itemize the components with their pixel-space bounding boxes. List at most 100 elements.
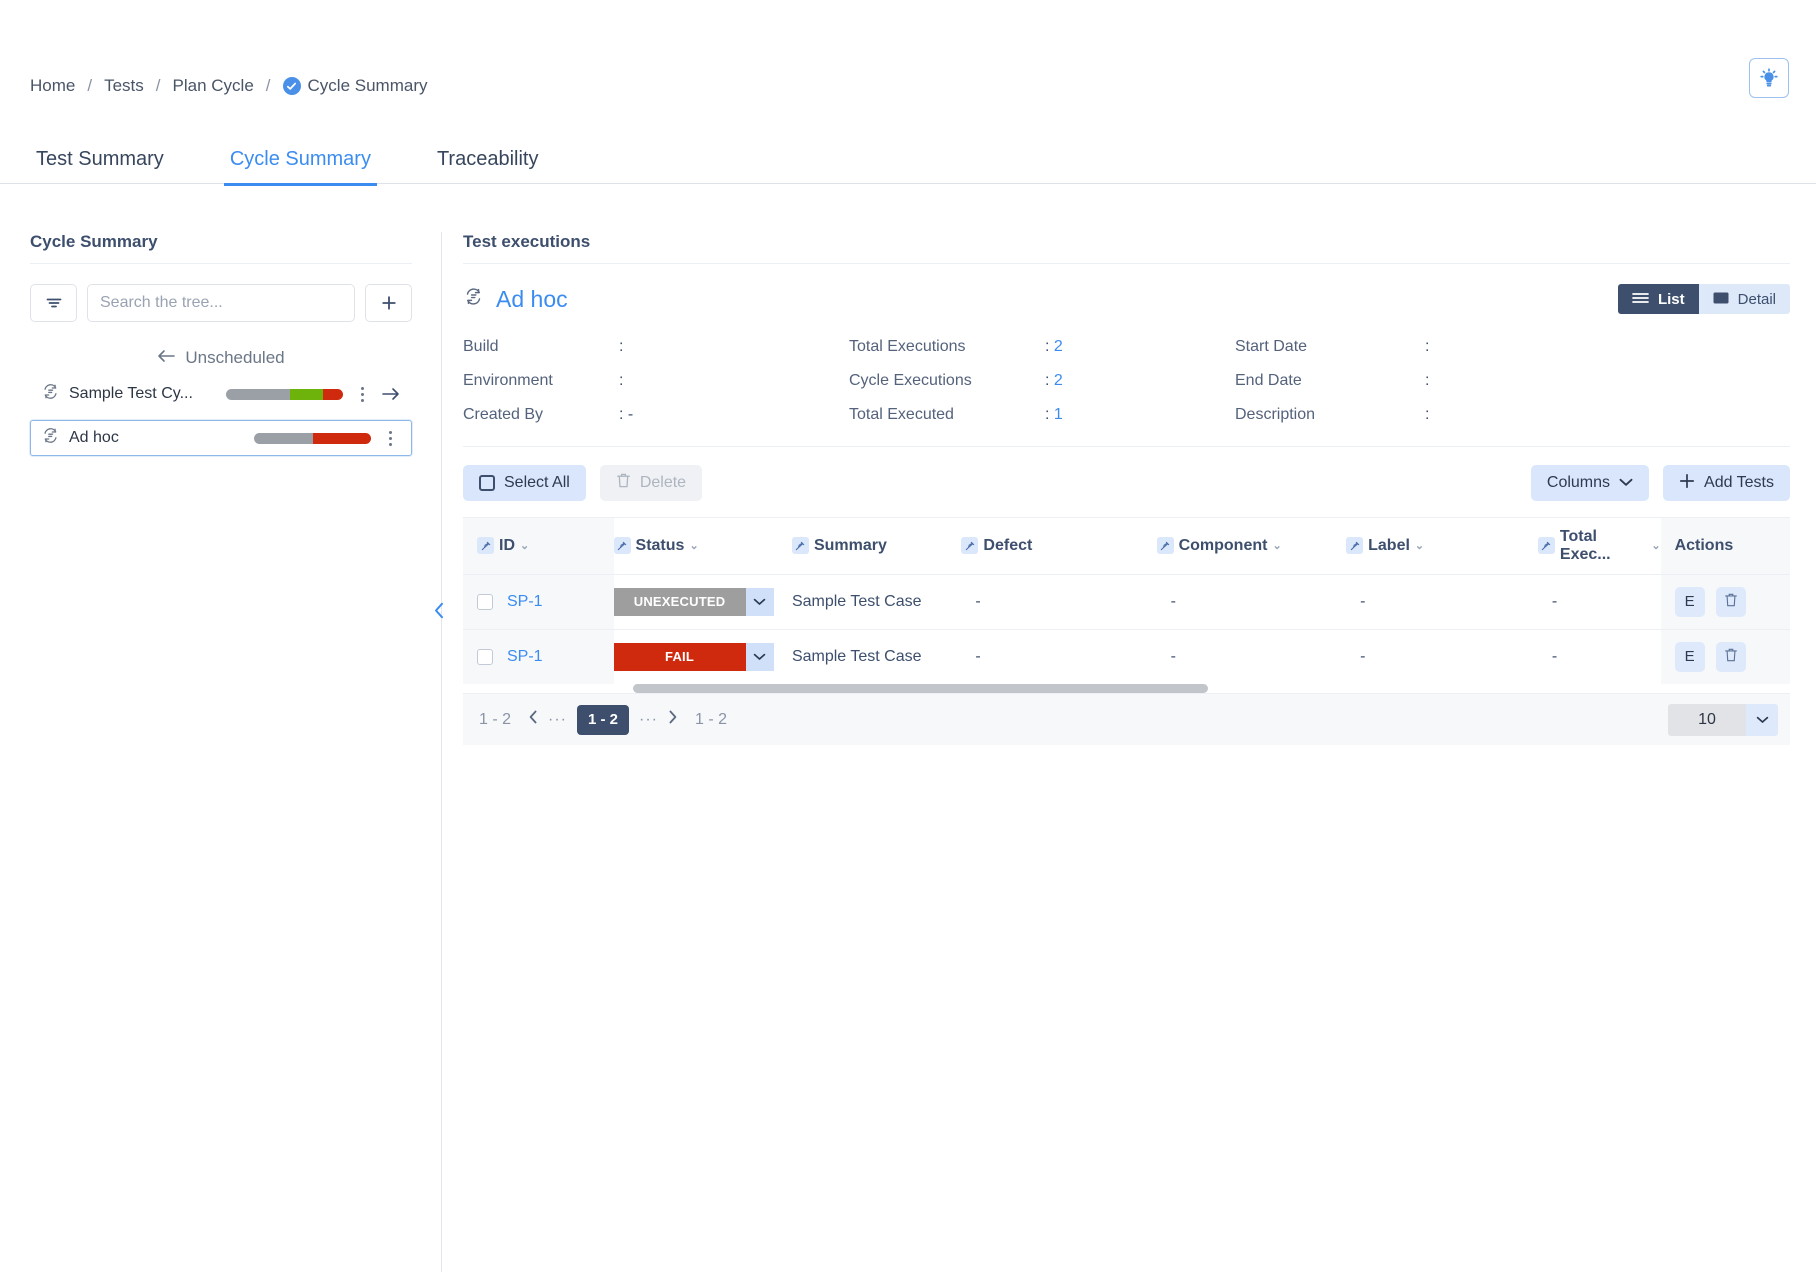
select-all-button[interactable]: Select All <box>463 465 586 501</box>
view-toggle-detail[interactable]: Detail <box>1698 284 1790 314</box>
column-header-component[interactable]: Component ⌄ <box>1156 518 1347 574</box>
kebab-menu-icon[interactable] <box>349 381 375 407</box>
pagination-dots-left[interactable]: ··· <box>548 711 567 729</box>
meta-label-total-executions: Total Executions <box>849 338 966 355</box>
chevron-left-icon[interactable] <box>430 580 448 640</box>
execution-header: Ad hoc List Detail <box>463 282 1790 316</box>
add-tests-label: Add Tests <box>1704 474 1774 491</box>
executions-table-wrapper: ID ⌄ Status ⌄ Summary Defect Component ⌄… <box>434 517 1790 745</box>
table-row[interactable]: SP-1 FAIL Sample Test Case - - - - E <box>463 628 1790 684</box>
list-icon <box>1632 291 1649 308</box>
cell-defect: - <box>961 628 1157 684</box>
cell-status: FAIL <box>613 628 792 684</box>
chevron-down-icon[interactable]: ⌄ <box>1415 539 1424 552</box>
column-header-defect[interactable]: Defect <box>961 518 1156 574</box>
cell-total-exec: - <box>1537 573 1661 629</box>
delete-execution-button[interactable] <box>1715 586 1746 617</box>
tab-test-summary[interactable]: Test Summary <box>30 148 170 183</box>
column-header-total-executions[interactable]: Total Exec... ⌄ <box>1537 518 1661 574</box>
cell-summary: Sample Test Case <box>791 573 962 629</box>
breadcrumb-item-tests[interactable]: Tests <box>104 76 144 96</box>
meta-value-created-by: : - <box>619 406 634 423</box>
column-header-label: Status <box>635 536 685 554</box>
scrollbar-thumb[interactable] <box>633 684 1208 693</box>
tree-item-label: Sample Test Cy... <box>69 385 193 402</box>
pagination-range-right: 1 - 2 <box>694 710 727 728</box>
columns-label: Columns <box>1546 474 1611 491</box>
arrow-right-icon[interactable] <box>379 387 403 401</box>
edit-execution-button[interactable]: E <box>1674 586 1705 617</box>
select-all-label: Select All <box>504 474 570 491</box>
filter-icon[interactable] <box>30 284 77 322</box>
edit-execution-button[interactable]: E <box>1674 641 1705 672</box>
chevron-left-icon[interactable] <box>529 710 538 729</box>
search-input[interactable] <box>87 284 355 322</box>
pagination-range-left: 1 - 2 <box>479 710 512 728</box>
column-header-id[interactable]: ID ⌄ <box>463 518 614 574</box>
view-toggle-list[interactable]: List <box>1617 284 1699 314</box>
chevron-down-icon[interactable]: ⌄ <box>1651 539 1660 552</box>
trash-icon <box>1724 647 1738 667</box>
column-header-label-col[interactable]: Label ⌄ <box>1346 518 1538 574</box>
pagination-dots-right[interactable]: ··· <box>639 711 658 729</box>
status-badge: UNEXECUTED <box>613 587 746 616</box>
view-toggle-list-label: List <box>1657 290 1685 308</box>
chevron-down-icon[interactable] <box>745 642 774 671</box>
pagination-controls: ··· 1 - 2 ··· <box>529 704 677 735</box>
meta-label-end-date: End Date <box>1235 372 1302 389</box>
status-dropdown[interactable]: FAIL <box>613 642 774 671</box>
table-row[interactable]: SP-1 UNEXECUTED Sample Test Case - - - -… <box>463 573 1790 629</box>
execution-name[interactable]: Ad hoc <box>496 286 568 313</box>
chevron-down-icon[interactable]: ⌄ <box>689 539 698 552</box>
kebab-menu-icon[interactable] <box>377 425 403 451</box>
columns-button[interactable]: Columns <box>1530 465 1650 501</box>
tree-item-ad-hoc[interactable]: Ad hoc <box>30 420 412 456</box>
status-dropdown[interactable]: UNEXECUTED <box>613 587 774 616</box>
column-header-summary[interactable]: Summary <box>791 518 961 574</box>
row-id-link[interactable]: SP-1 <box>507 593 543 611</box>
chevron-right-icon[interactable] <box>668 710 677 729</box>
chevron-down-icon[interactable]: ⌄ <box>1272 539 1281 552</box>
meta-value-end-date: : <box>1425 372 1434 389</box>
trash-icon <box>1724 592 1738 612</box>
add-tests-button[interactable]: Add Tests <box>1663 465 1790 501</box>
column-header-status[interactable]: Status ⌄ <box>613 518 792 574</box>
pagination-current-page[interactable]: 1 - 2 <box>577 704 629 735</box>
sidebar-title: Cycle Summary <box>30 232 412 264</box>
delete-button[interactable]: Delete <box>599 465 703 501</box>
lightbulb-icon[interactable] <box>1749 58 1789 98</box>
tab-cycle-summary[interactable]: Cycle Summary <box>223 148 377 186</box>
column-header-actions: Actions <box>1660 518 1790 574</box>
row-checkbox[interactable] <box>477 593 493 610</box>
chevron-down-icon[interactable] <box>1746 703 1778 736</box>
panel-title: Test executions <box>463 232 1790 264</box>
plus-icon <box>1679 473 1695 494</box>
breadcrumb-item-home[interactable]: Home <box>30 76 75 96</box>
unscheduled-back-button[interactable]: Unscheduled <box>30 348 412 368</box>
tree-item-sample-test-cycle[interactable]: Sample Test Cy... <box>30 376 412 412</box>
row-checkbox[interactable] <box>477 648 493 665</box>
page-size-selector[interactable]: 10 <box>1668 703 1778 736</box>
plus-icon[interactable] <box>365 284 412 322</box>
column-header-label: Component <box>1178 536 1268 554</box>
trash-icon <box>616 472 631 494</box>
meta-value-start-date: : <box>1425 338 1434 355</box>
cell-id: SP-1 <box>463 628 614 684</box>
meta-label-created-by: Created By <box>463 406 544 423</box>
chevron-down-icon[interactable] <box>745 587 774 616</box>
divider <box>463 446 1790 447</box>
status-badge: FAIL <box>613 642 746 671</box>
row-id-link[interactable]: SP-1 <box>507 648 543 666</box>
test-executions-panel: Test executions Ad hoc List Detail Build… <box>434 232 1790 745</box>
breadcrumb-item-plan-cycle[interactable]: Plan Cycle <box>173 76 254 96</box>
horizontal-scrollbar[interactable] <box>633 684 1773 693</box>
view-toggle-detail-label: Detail <box>1737 290 1776 308</box>
chevron-down-icon[interactable]: ⌄ <box>520 539 529 552</box>
pin-icon <box>791 537 809 555</box>
breadcrumb: Home / Tests / Plan Cycle / Cycle Summar… <box>30 76 427 96</box>
breadcrumb-item-cycle-summary[interactable]: Cycle Summary <box>308 76 428 96</box>
tab-traceability[interactable]: Traceability <box>431 148 545 183</box>
meta-label-build: Build <box>463 338 499 355</box>
meta-label-description: Description <box>1235 406 1316 423</box>
delete-execution-button[interactable] <box>1715 641 1746 672</box>
